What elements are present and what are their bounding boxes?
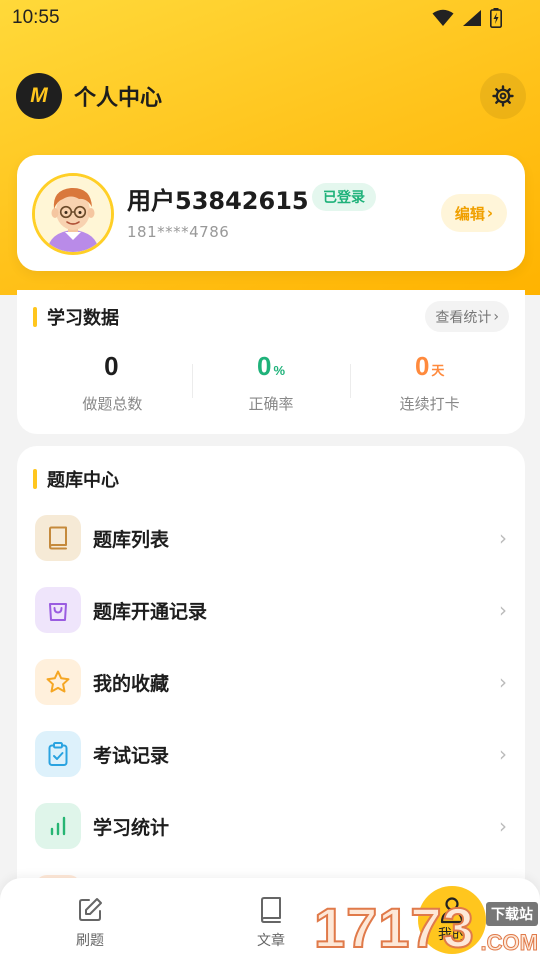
menu-label: 我的收藏 (93, 672, 170, 695)
tab-label: 刷题 (76, 933, 104, 949)
page-title: 个人中心 (74, 86, 163, 111)
chevron-right-icon: › (499, 598, 507, 622)
user-icon (440, 897, 464, 924)
menu-item-activation-records[interactable]: 题库开通记录 › (17, 574, 525, 646)
book-icon (261, 897, 281, 923)
stat-value: 0 (33, 348, 192, 389)
menu-item-study-statistics[interactable]: 学习统计 › (17, 790, 525, 862)
tab-label: 我的 (438, 927, 466, 943)
book-icon (35, 515, 81, 561)
shopping-bag-icon (35, 587, 81, 633)
username: 用户53842615 (127, 187, 309, 215)
tab-practice[interactable]: 刷题 (50, 896, 130, 950)
menu-label: 题库开通记录 (93, 600, 208, 623)
stat-value: 0天 (350, 348, 509, 389)
stats-row: 0 做题总数 0% 正确率 0天 连续打卡 (33, 348, 509, 413)
gear-icon (492, 85, 514, 107)
stat-total-questions[interactable]: 0 做题总数 (33, 348, 192, 413)
stat-unit: 天 (431, 363, 445, 378)
section-accent-bar (33, 469, 37, 489)
stat-number: 0 (104, 351, 119, 381)
stat-unit: % (273, 363, 286, 378)
menu-label: 题库列表 (93, 528, 170, 551)
section-header: 学习数据 (33, 304, 119, 330)
menu-list: 题库列表 › 题库开通记录 › 我的收藏 › 考试记录 › 学习统计 › (17, 502, 525, 906)
stat-label: 连续打卡 (399, 395, 460, 413)
stat-number: 0 (256, 351, 272, 381)
tab-articles[interactable]: 文章 (231, 896, 311, 950)
app-logo: M (16, 73, 62, 119)
view-stats-button[interactable]: 查看统计 › (425, 301, 509, 332)
settings-button[interactable] (480, 73, 526, 119)
menu-item-question-bank-list[interactable]: 题库列表 › (17, 502, 525, 574)
menu-label: 考试记录 (93, 744, 170, 767)
menu-item-favorites[interactable]: 我的收藏 › (17, 646, 525, 718)
signal-icon (463, 10, 481, 26)
section-header: 题库中心 (33, 466, 119, 492)
tab-mine[interactable]: 我的 (418, 886, 486, 954)
chevron-right-icon: › (486, 204, 494, 222)
stat-label: 正确率 (248, 395, 294, 413)
stat-number: 0 (414, 351, 430, 381)
stat-value: 0% (192, 348, 351, 389)
profile-card[interactable]: 用户53842615 已登录 181****4786 编辑 › (17, 155, 525, 271)
study-data-card: 学习数据 查看统计 › 0 做题总数 0% 正确率 0天 连续打卡 (17, 290, 525, 434)
bar-chart-icon (35, 803, 81, 849)
wifi-icon (432, 9, 454, 26)
question-bank-card: 题库中心 题库列表 › 题库开通记录 › 我的收藏 › 考试记录 › 学习统计 … (17, 446, 525, 906)
chevron-right-icon: › (499, 742, 507, 766)
stat-label: 做题总数 (82, 395, 143, 413)
stat-streak[interactable]: 0天 连续打卡 (350, 348, 509, 413)
login-status-badge: 已登录 (312, 183, 376, 211)
chevron-right-icon: › (493, 308, 499, 325)
phone-number: 181****4786 (127, 223, 230, 241)
edit-profile-button[interactable]: 编辑 › (441, 194, 507, 232)
edit-icon (79, 898, 102, 921)
status-bar: 10:55 (0, 0, 540, 36)
tab-label: 文章 (257, 933, 285, 949)
avatar[interactable] (32, 173, 114, 255)
avatar-illustration (35, 176, 111, 252)
battery-icon (490, 8, 502, 28)
menu-label: 学习统计 (93, 816, 170, 839)
section-title: 学习数据 (47, 308, 119, 329)
star-icon (35, 659, 81, 705)
chevron-right-icon: › (499, 670, 507, 694)
view-stats-label: 查看统计 (435, 309, 492, 326)
header: M 个人中心 (16, 72, 526, 120)
clipboard-check-icon (35, 731, 81, 777)
chevron-right-icon: › (499, 526, 507, 550)
stat-accuracy[interactable]: 0% 正确率 (191, 348, 351, 413)
status-time: 10:55 (12, 7, 60, 28)
section-title: 题库中心 (47, 470, 119, 491)
menu-item-exam-records[interactable]: 考试记录 › (17, 718, 525, 790)
chevron-right-icon: › (499, 814, 507, 838)
status-icons (432, 8, 502, 28)
section-accent-bar (33, 307, 37, 327)
bottom-tab-bar: 刷题 文章 我的 (0, 878, 540, 960)
edit-label: 编辑 (454, 204, 485, 223)
